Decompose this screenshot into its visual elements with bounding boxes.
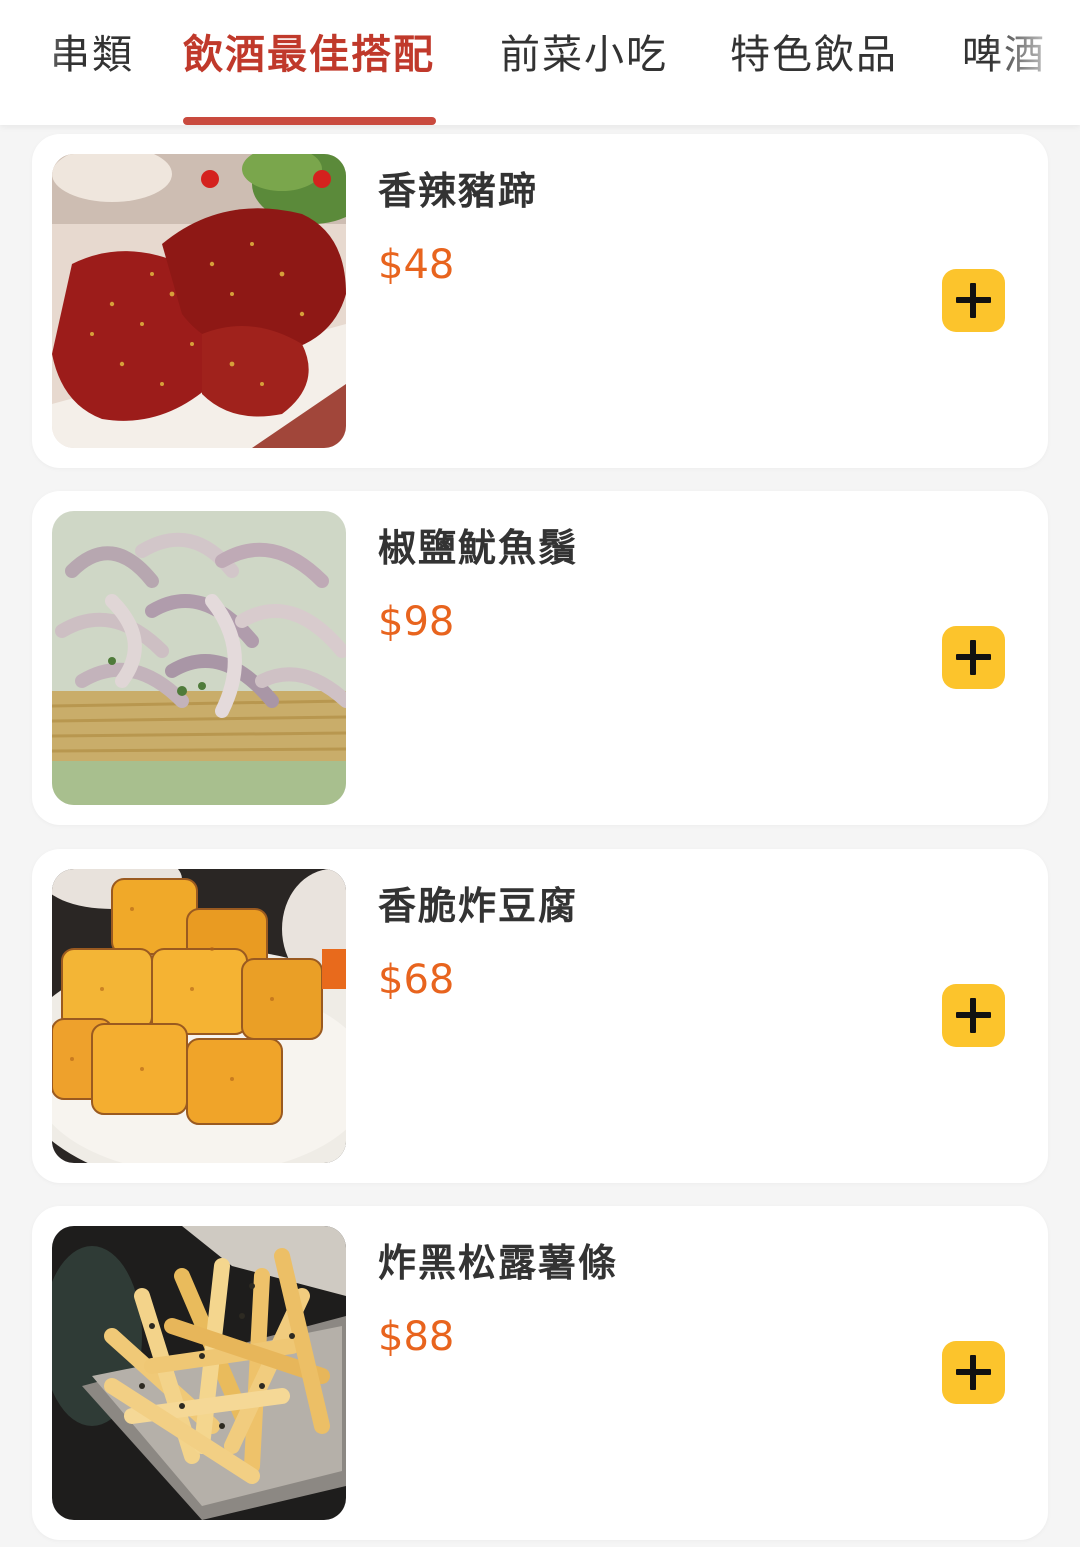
fried-tofu-photo — [52, 869, 346, 1163]
item-price: $48 — [378, 242, 454, 288]
menu-page: 串類 飲酒最佳搭配 前菜小吃 特色飲品 啤酒 香辣豬蹄 $48 椒鹽魷魚鬚 $9… — [0, 0, 1080, 1547]
add-to-cart-button[interactable] — [942, 1341, 1005, 1404]
add-to-cart-button[interactable] — [942, 984, 1005, 1047]
tab-appetizers[interactable]: 前菜小吃 — [500, 28, 668, 82]
menu-item-card: 椒鹽魷魚鬚 $98 — [32, 491, 1048, 825]
salt-pepper-squid-photo — [52, 511, 346, 805]
category-tab-bar: 串類 飲酒最佳搭配 前菜小吃 特色飲品 啤酒 — [0, 0, 1080, 125]
salt-pepper-squid-image — [52, 511, 346, 805]
item-name: 香脆炸豆腐 — [378, 884, 579, 928]
add-to-cart-button[interactable] — [942, 626, 1005, 689]
currency-symbol: $ — [378, 242, 404, 288]
tab-special-drinks[interactable]: 特色飲品 — [730, 28, 898, 82]
menu-item-card: 香辣豬蹄 $48 — [32, 134, 1048, 468]
spicy-pig-trotter-image — [52, 154, 346, 448]
currency-symbol: $ — [378, 599, 404, 645]
truffle-fries-photo — [52, 1226, 346, 1520]
price-value: 98 — [403, 599, 455, 645]
menu-item-card: 炸黑松露薯條 $88 — [32, 1206, 1048, 1540]
add-to-cart-button[interactable] — [942, 269, 1005, 332]
currency-symbol: $ — [378, 957, 404, 1003]
spicy-pig-trotter-photo — [52, 154, 346, 448]
menu-item-card: 香脆炸豆腐 $68 — [32, 849, 1048, 1183]
item-name: 炸黑松露薯條 — [378, 1241, 619, 1285]
item-name: 香辣豬蹄 — [378, 169, 539, 213]
item-name: 椒鹽魷魚鬚 — [378, 526, 579, 570]
fried-tofu-image — [52, 869, 346, 1163]
currency-symbol: $ — [378, 1314, 404, 1360]
truffle-fries-image — [52, 1226, 346, 1520]
item-price: $88 — [378, 1314, 454, 1360]
tab-drinking-pairings[interactable]: 飲酒最佳搭配 — [183, 28, 435, 82]
active-tab-indicator — [183, 117, 436, 125]
tab-skewers[interactable]: 串類 — [50, 28, 134, 82]
price-value: 68 — [403, 957, 455, 1003]
price-value: 48 — [403, 242, 455, 288]
price-value: 88 — [403, 1314, 455, 1360]
tab-beer[interactable]: 啤酒 — [962, 28, 1046, 82]
item-price: $68 — [378, 957, 454, 1003]
item-price: $98 — [378, 599, 454, 645]
